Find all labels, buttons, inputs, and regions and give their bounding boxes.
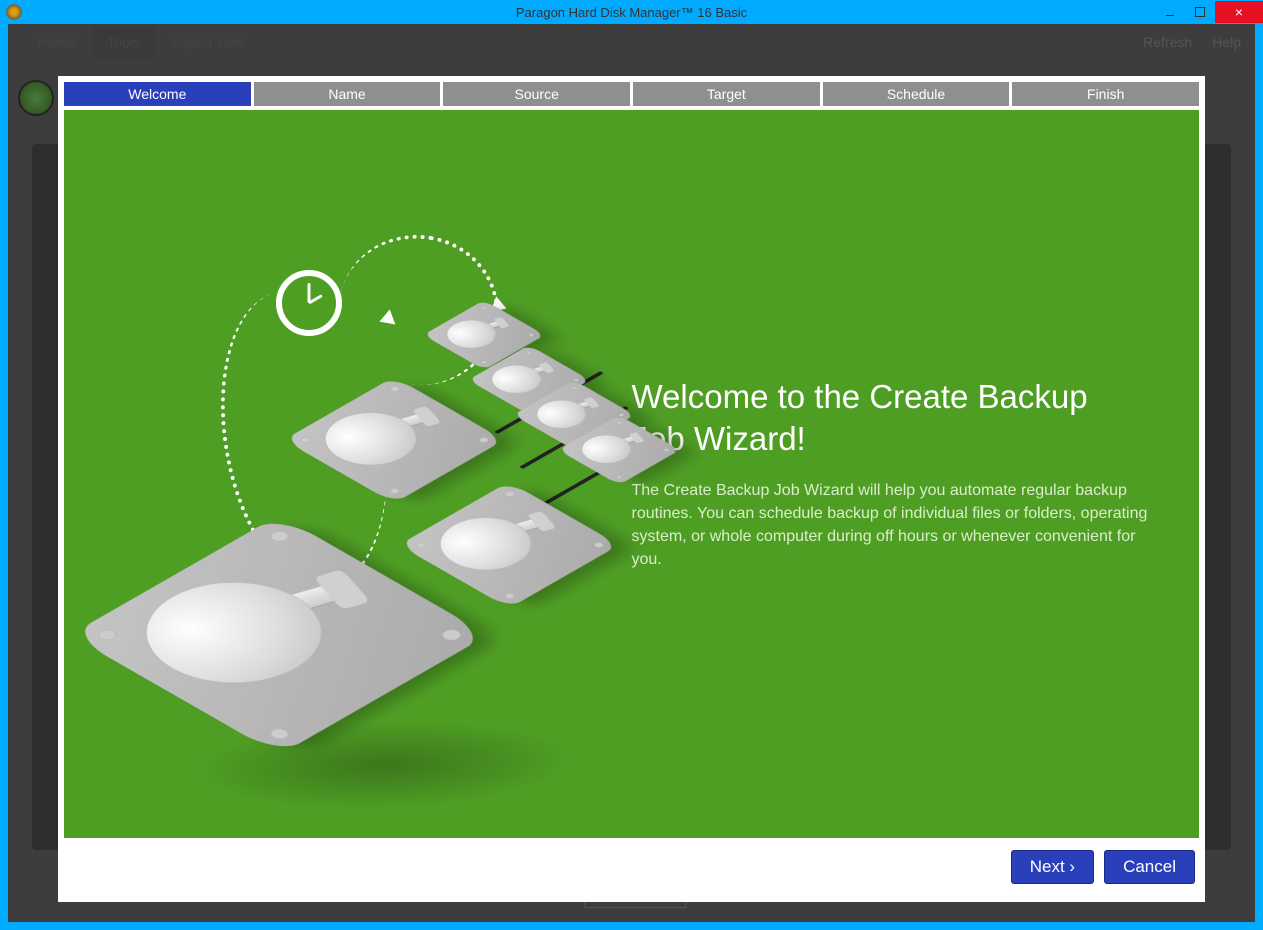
window-frame: Paragon Hard Disk Manager™ 16 Basic × Ho… [0,0,1263,930]
wizard-body: Welcome to the Create Backup Job Wizard!… [64,110,1199,838]
step-name[interactable]: Name [254,82,441,106]
menu-home: Home [22,26,91,58]
step-welcome[interactable]: Welcome [64,82,251,106]
app-logo-icon [18,80,54,116]
wizard-breadcrumb: Welcome Name Source Target Schedule Fini… [58,76,1205,110]
app-content: Home Tools Expert view Refresh Help My C… [8,24,1255,922]
backup-wizard-dialog: Welcome Name Source Target Schedule Fini… [58,76,1205,902]
menu-tools: Tools [91,26,156,58]
wizard-illustration [64,110,632,838]
cancel-button[interactable]: Cancel [1104,850,1195,884]
step-schedule[interactable]: Schedule [823,82,1010,106]
wizard-description: The Create Backup Job Wizard will help y… [632,479,1150,572]
clock-icon [276,270,342,336]
menu-help: Help [1212,34,1241,50]
step-source[interactable]: Source [443,82,630,106]
app-icon [6,4,22,20]
step-target[interactable]: Target [633,82,820,106]
next-button[interactable]: Next › [1011,850,1094,884]
wizard-heading: Welcome to the Create Backup Job Wizard! [632,376,1150,459]
menu-refresh: Refresh [1143,34,1192,50]
window-title: Paragon Hard Disk Manager™ 16 Basic [516,5,747,20]
maximize-button[interactable] [1185,1,1215,23]
minimize-button[interactable] [1155,1,1185,23]
wizard-footer: Next › Cancel [58,838,1205,896]
menu-expert: Expert view [156,26,260,58]
close-button[interactable]: × [1215,1,1263,23]
titlebar[interactable]: Paragon Hard Disk Manager™ 16 Basic × [0,0,1263,24]
step-finish[interactable]: Finish [1012,82,1199,106]
